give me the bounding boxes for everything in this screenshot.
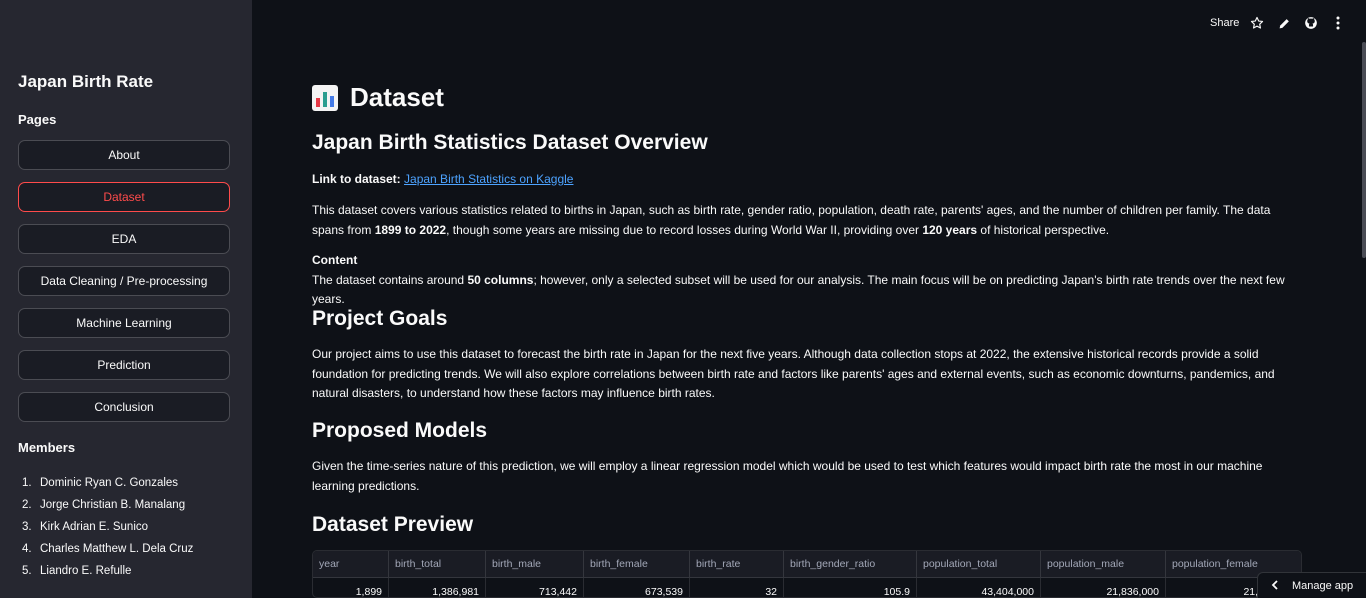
pages-label: Pages — [18, 112, 57, 127]
content-bold: 50 columns — [467, 272, 534, 287]
member-name: Kirk Adrian E. Sunico — [40, 521, 149, 533]
member-item: 4. Charles Matthew L. Dela Cruz — [18, 538, 193, 560]
manage-app-button[interactable]: Manage app — [1257, 572, 1366, 598]
goals-heading: Project Goals — [312, 307, 448, 330]
member-name: Charles Matthew L. Dela Cruz — [40, 543, 194, 555]
intro-bold: 120 years — [922, 222, 978, 237]
pencil-icon[interactable] — [1276, 15, 1292, 31]
member-number: 5. — [22, 565, 32, 577]
kaggle-link[interactable]: Japan Birth Statistics on Kaggle — [404, 172, 573, 186]
intro-bold: 1899 — [374, 222, 402, 237]
column-header[interactable]: population_total — [917, 551, 1041, 577]
share-button[interactable]: Share — [1210, 17, 1239, 29]
nav-button-machine-learning[interactable]: Machine Learning — [18, 308, 230, 338]
column-header[interactable]: population_male — [1041, 551, 1166, 577]
chevron-left-icon — [1258, 579, 1292, 593]
member-number: 2. — [22, 499, 32, 511]
dataset-preview-table[interactable]: year birth_total birth_male birth_female… — [312, 550, 1302, 598]
intro-bold: to 2022 — [404, 222, 447, 237]
members-list: 1. Dominic Ryan C. Gonzales 2. Jorge Chris… — [18, 472, 193, 582]
column-header[interactable]: year — [313, 551, 389, 577]
nav-button-conclusion[interactable]: Conclusion — [18, 392, 230, 422]
nav-button-prediction[interactable]: Prediction — [18, 350, 230, 380]
page-title-text: Dataset — [350, 82, 444, 112]
nav-button-about[interactable]: About — [18, 140, 230, 170]
models-heading: Proposed Models — [312, 419, 488, 442]
bar-chart-emoji-icon — [312, 84, 338, 111]
intro-paragraph: This dataset covers various statistics r… — [312, 201, 1302, 240]
sidebar-title: Japan Birth Rate — [18, 72, 154, 91]
goals-paragraph: Our project aims to use this dataset to … — [312, 347, 1275, 400]
manage-app-label: Manage app — [1292, 579, 1354, 592]
sidebar: Japan Birth Rate Pages About Dataset EDA… — [0, 0, 252, 598]
member-item: 3. Kirk Adrian E. Sunico — [18, 516, 193, 538]
member-item: 2. Jorge Christian B. Manalang — [18, 494, 193, 516]
nav-button-dataset[interactable]: Dataset — [18, 182, 230, 212]
members-label: Members — [18, 440, 76, 455]
content-section: Content The dataset contains around 50 c… — [312, 251, 1302, 310]
intro-text: of historical perspective. — [977, 222, 1110, 237]
preview-heading: Dataset Preview — [312, 513, 474, 536]
star-icon[interactable] — [1249, 15, 1265, 31]
vertical-scrollbar[interactable] — [1362, 42, 1366, 258]
github-icon[interactable] — [1303, 15, 1319, 31]
table-cell[interactable]: 673,539 — [584, 578, 690, 597]
overview-heading: Japan Birth Statistics Dataset Overview — [312, 131, 708, 154]
table-cell[interactable]: 21,836,000 — [1041, 578, 1166, 597]
column-header[interactable]: birth_male — [486, 551, 584, 577]
table-cell[interactable]: 1,899 — [313, 578, 389, 597]
table-header-row: year birth_total birth_male birth_female… — [313, 551, 1301, 578]
table-cell[interactable]: 32 — [690, 578, 784, 597]
table-row: 1,899 1,386,981 713,442 673,539 32 105.9… — [313, 578, 1301, 597]
page-title: Dataset — [312, 82, 444, 113]
column-header[interactable]: birth_total — [389, 551, 486, 577]
content-label: Content — [312, 253, 358, 267]
dataset-link-line: Link to dataset: Japan Birth Statistics … — [312, 170, 1302, 190]
member-number: 4. — [22, 543, 32, 555]
link-label: Link to dataset: — [312, 172, 401, 186]
models-paragraph: Given the time-series nature of this pre… — [312, 459, 1263, 493]
member-name: Liandro E. Refulle — [40, 565, 132, 577]
column-header[interactable]: birth_female — [584, 551, 690, 577]
column-header[interactable]: birth_rate — [690, 551, 784, 577]
top-toolbar: Share — [252, 0, 1366, 46]
member-name: Jorge Christian B. Manalang — [40, 499, 186, 511]
nav-button-eda[interactable]: EDA — [18, 224, 230, 254]
table-cell[interactable]: 713,442 — [486, 578, 584, 597]
member-item: 1. Dominic Ryan C. Gonzales — [18, 472, 193, 494]
table-cell[interactable]: 43,404,000 — [917, 578, 1041, 597]
column-header[interactable]: birth_gender_ratio — [784, 551, 917, 577]
content-text: The dataset contains around — [312, 272, 468, 287]
more-vertical-icon[interactable] — [1330, 15, 1346, 31]
table-cell[interactable]: 1,386,981 — [389, 578, 486, 597]
member-number: 1. — [22, 477, 32, 489]
table-cell[interactable]: 105.9 — [784, 578, 917, 597]
app-root: Japan Birth Rate Pages About Dataset EDA… — [0, 0, 1366, 598]
member-name: Dominic Ryan C. Gonzales — [40, 477, 179, 489]
member-item: 5. Liandro E. Refulle — [18, 560, 193, 582]
member-number: 3. — [22, 521, 32, 533]
intro-text: , though some years are missing due to r… — [446, 222, 923, 237]
nav-button-data-cleaning[interactable]: Data Cleaning / Pre-processing — [18, 266, 230, 296]
